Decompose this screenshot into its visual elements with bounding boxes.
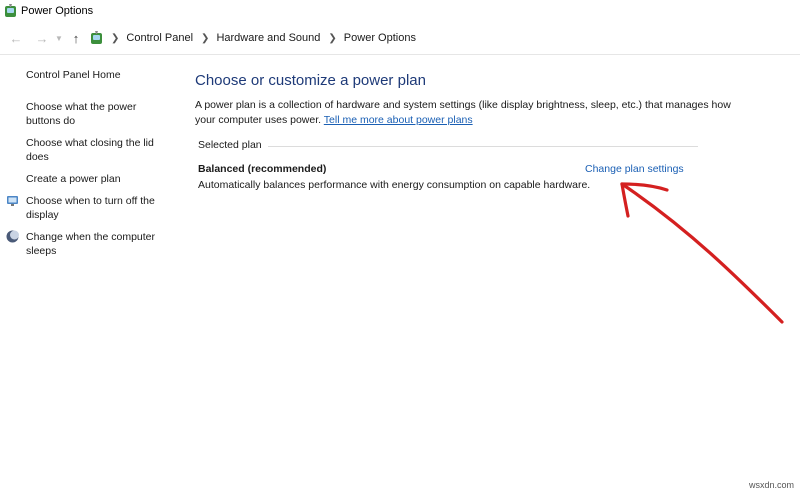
sidebar-item-create-power-plan[interactable]: Create a power plan <box>26 172 166 186</box>
chevron-right-icon[interactable]: ❯ <box>111 33 119 44</box>
chevron-right-icon[interactable]: ❯ <box>328 33 336 44</box>
up-arrow-icon[interactable]: ↑ <box>68 31 84 46</box>
power-options-icon <box>5 4 16 17</box>
change-plan-settings-link[interactable]: Change plan settings <box>585 163 684 175</box>
sidebar-item-closing-lid[interactable]: Choose what closing the lid does <box>26 136 161 164</box>
arrow-head-lower <box>620 182 630 218</box>
sidebar-item-control-panel-home[interactable]: Control Panel Home <box>26 68 166 82</box>
chevron-right-icon[interactable]: ❯ <box>201 33 209 44</box>
breadcrumb-power-options[interactable]: Power Options <box>344 32 416 44</box>
arrow-shaft <box>620 182 784 324</box>
group-divider <box>198 146 698 147</box>
arrow-head-upper <box>620 182 669 192</box>
page-description: A power plan is a collection of hardware… <box>195 98 735 128</box>
control-panel-icon <box>91 31 102 44</box>
plan-name: Balanced (recommended) <box>198 163 327 175</box>
recent-locations-chevron-icon[interactable]: ▼ <box>54 34 64 43</box>
display-shield-icon <box>7 196 18 206</box>
watermark: wsxdn.com <box>748 480 794 490</box>
sleep-moon-icon <box>6 230 19 243</box>
learn-more-link[interactable]: Tell me more about power plans <box>324 114 473 126</box>
back-arrow-icon[interactable]: ← <box>8 31 24 46</box>
sidebar-item-computer-sleeps[interactable]: Change when the computer sleeps <box>26 230 161 258</box>
breadcrumb-control-panel[interactable]: Control Panel <box>126 32 193 44</box>
address-bar-divider <box>0 54 800 55</box>
title-bar: Power Options <box>0 0 800 22</box>
plan-description: Automatically balances performance with … <box>198 179 591 191</box>
address-bar: ← → ▼ ↑ ❯ Control Panel ❯ Hardware and S… <box>0 26 800 50</box>
forward-arrow-icon[interactable]: → <box>34 31 50 46</box>
selected-plan-label: Selected plan <box>198 139 268 151</box>
sidebar-item-turn-off-display[interactable]: Choose when to turn off the display <box>26 194 161 222</box>
window-title: Power Options <box>21 5 94 17</box>
breadcrumb-hardware-and-sound[interactable]: Hardware and Sound <box>216 32 320 44</box>
sidebar-item-power-buttons[interactable]: Choose what the power buttons do <box>26 100 151 128</box>
page-title: Choose or customize a power plan <box>195 72 426 89</box>
